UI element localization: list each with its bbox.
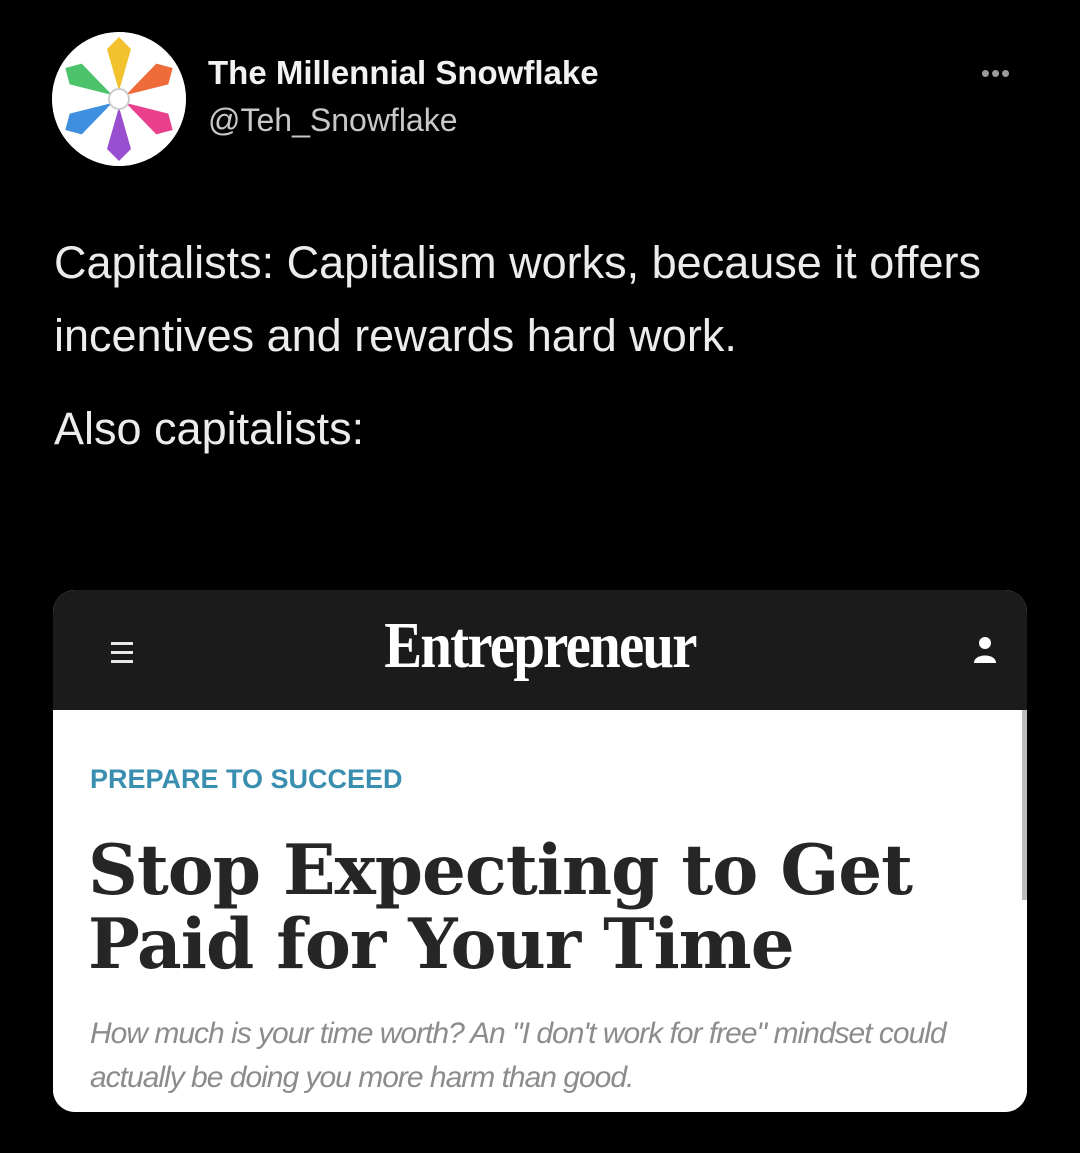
article-screenshot-card[interactable]: Entrepreneur PREPARE TO SUCCEED Stop Exp… [53,590,1027,1112]
article-kicker[interactable]: PREPARE TO SUCCEED [90,764,403,795]
avatar[interactable] [52,32,186,166]
snowflake-logo-icon [52,32,186,166]
article-headline[interactable]: Stop Expecting to Get Paid for Your Time [88,834,988,982]
tweet-text: Capitalists: Capitalism works, because i… [54,226,1034,465]
site-header-bar: Entrepreneur [53,590,1027,710]
user-handle[interactable]: @Teh_Snowflake [208,102,458,139]
more-horizontal-icon[interactable]: ••• [976,60,1016,86]
tweet-paragraph: Also capitalists: [54,403,365,454]
user-icon[interactable] [973,636,997,664]
article-dek: How much is your time worth? An "I don't… [90,1017,947,1094]
tweet-paragraph: Capitalists: Capitalism works, because i… [54,237,982,361]
scrollbar[interactable] [1022,710,1027,900]
display-name[interactable]: The Millennial Snowflake [208,54,599,92]
article-preview: PREPARE TO SUCCEED Stop Expecting to Get… [53,710,1027,1112]
site-logo: Entrepreneur [384,609,697,682]
tweet-header: The Millennial Snowflake @Teh_Snowflake … [52,32,1032,172]
